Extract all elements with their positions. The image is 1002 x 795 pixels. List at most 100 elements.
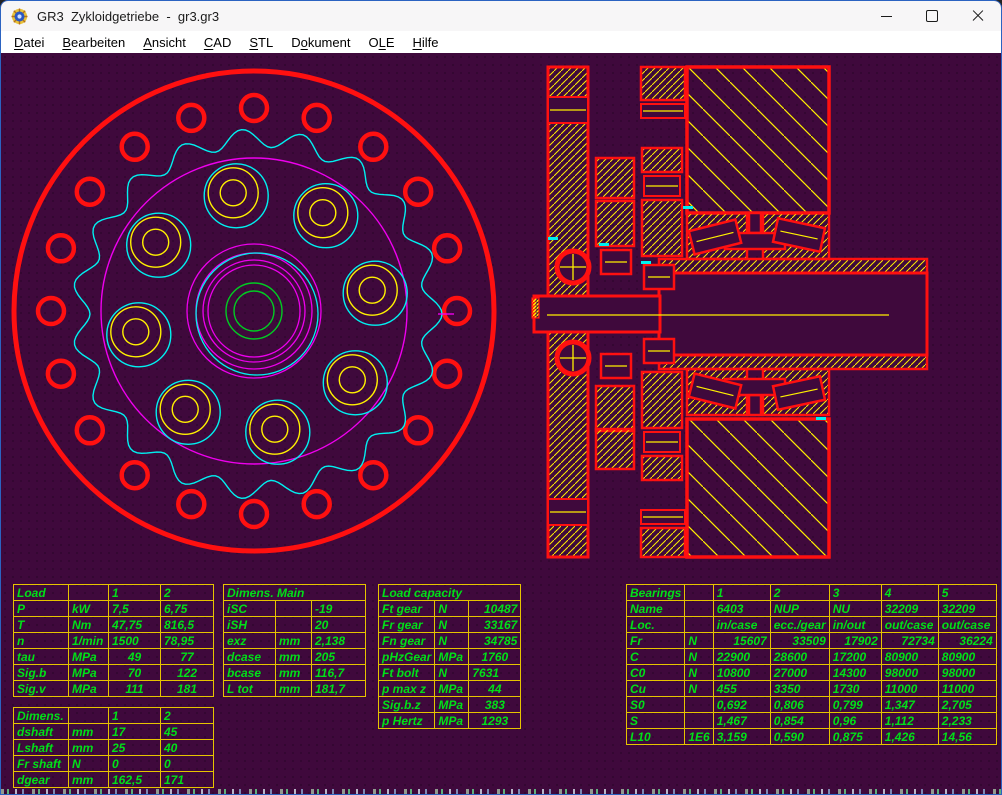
table-row: FrN1560733509179027273436224 <box>627 633 997 649</box>
row-unit <box>685 697 713 713</box>
row-unit <box>685 617 713 633</box>
menu-item-bearbeiten[interactable]: Bearbeiten <box>53 33 134 52</box>
menu-bar: DateiBearbeitenAnsichtCADSTLDokumentOLEH… <box>1 31 1001 53</box>
menu-item-cad[interactable]: CAD <box>195 33 240 52</box>
row-value: -19 <box>312 601 366 617</box>
row-unit: 1E6 <box>685 729 713 745</box>
row-unit: MPa <box>69 649 109 665</box>
front-view-cycloid-gear <box>14 71 494 551</box>
tiny-label <box>816 417 826 420</box>
table-row: Sig.b.zMPa383 <box>379 697 521 713</box>
row-unit: MPa <box>435 713 469 729</box>
row-value: 10800 <box>713 665 770 681</box>
row-label: S0 <box>627 697 685 713</box>
column-header: 4 <box>881 585 938 601</box>
row-unit: MPa <box>69 665 109 681</box>
menu-item-ole[interactable]: OLE <box>359 33 403 52</box>
row-value: 1293 <box>469 713 521 729</box>
table-row: Loc.in/caseecc./gearin/outout/caseout/ca… <box>627 617 997 633</box>
row-value: 10487 <box>469 601 521 617</box>
app-icon[interactable] <box>11 8 28 25</box>
table-row: Sig.bMPa70122 <box>14 665 214 681</box>
table-row: iSC-19 <box>224 601 366 617</box>
table-row: Ft boltN7631 <box>379 665 521 681</box>
cycloid-profile <box>75 130 443 499</box>
table-header-row: Dimens. Main <box>224 585 366 601</box>
row-value: 14300 <box>829 665 881 681</box>
row-label: n <box>14 633 69 649</box>
close-button[interactable] <box>955 1 1001 31</box>
menu-item-hilfe[interactable]: Hilfe <box>403 33 447 52</box>
row-value: 49 <box>109 649 161 665</box>
table-dimens-main: Dimens. MainiSC-19iSH20exzmm2,138dcasemm… <box>223 584 366 697</box>
row-unit <box>276 617 312 633</box>
row-value: 162,5 <box>109 772 161 788</box>
menu-item-datei[interactable]: Datei <box>5 33 53 52</box>
row-value: 816,5 <box>161 617 214 633</box>
row-value: 80900 <box>938 649 996 665</box>
menu-item-dokument[interactable]: Dokument <box>282 33 359 52</box>
menu-item-ansicht[interactable]: Ansicht <box>134 33 195 52</box>
row-value: 34785 <box>469 633 521 649</box>
table-row: iSH 20 <box>224 617 366 633</box>
row-label: pHzGear <box>379 649 435 665</box>
row-unit: Nm <box>69 617 109 633</box>
row-unit: N <box>435 601 469 617</box>
row-label: Name <box>627 601 685 617</box>
row-label: iSH <box>224 617 276 633</box>
row-value: 181,7 <box>312 681 366 697</box>
row-unit: mm <box>276 633 312 649</box>
row-value: 40 <box>161 740 214 756</box>
table-row: p HertzMPa1293 <box>379 713 521 729</box>
row-unit: N <box>435 665 469 681</box>
title-bar: GR3 Zykloidgetriebe - gr3.gr3 <box>1 1 1001 31</box>
hub-circles <box>187 244 321 378</box>
row-value: 20 <box>312 617 366 633</box>
table-row: Name6403NUPNU3220932209 <box>627 601 997 617</box>
row-unit: N <box>435 617 469 633</box>
row-unit <box>685 713 713 729</box>
row-label: C0 <box>627 665 685 681</box>
table-dimens: Dimens.12dshaftmm1745Lshaftmm2540Fr shaf… <box>13 707 214 788</box>
row-value: 122 <box>161 665 214 681</box>
row-label: dcase <box>224 649 276 665</box>
table-row: C0N1080027000143009800098000 <box>627 665 997 681</box>
row-label: Fr gear <box>379 617 435 633</box>
row-value: 11000 <box>938 681 996 697</box>
tiny-label <box>683 206 693 209</box>
table-cell <box>69 708 109 724</box>
row-value: 32209 <box>881 601 938 617</box>
row-label: Sig.v <box>14 681 69 697</box>
cad-viewport[interactable]: Load12PkW7,56,75TNm47,75816,5n1/min15007… <box>1 53 1002 795</box>
row-value: 1,112 <box>881 713 938 729</box>
row-label: P <box>14 601 69 617</box>
menu-item-stl[interactable]: STL <box>240 33 282 52</box>
maximize-button[interactable] <box>909 1 955 31</box>
row-value: 98000 <box>881 665 938 681</box>
row-value: 0,854 <box>770 713 829 729</box>
tiny-label <box>599 243 609 246</box>
row-value: 77 <box>161 649 214 665</box>
row-value: 3,159 <box>713 729 770 745</box>
row-unit: N <box>685 633 713 649</box>
table-row: n1/min150078,95 <box>14 633 214 649</box>
row-label: L tot <box>224 681 276 697</box>
row-label: exz <box>224 633 276 649</box>
row-label: p Hertz <box>379 713 435 729</box>
table-row: dgearmm162,5171 <box>14 772 214 788</box>
row-unit: mm <box>276 665 312 681</box>
row-value: 1,347 <box>881 697 938 713</box>
row-value: 33509 <box>770 633 829 649</box>
row-unit: N <box>685 665 713 681</box>
table-row: S1,4670,8540,961,1122,233 <box>627 713 997 729</box>
column-header: 2 <box>161 585 214 601</box>
row-value: 27000 <box>770 665 829 681</box>
row-value: 7,5 <box>109 601 161 617</box>
row-value: 2,705 <box>938 697 996 713</box>
column-header: 2 <box>161 708 214 724</box>
row-value: 1,426 <box>881 729 938 745</box>
row-value: 98000 <box>938 665 996 681</box>
row-value: 32209 <box>938 601 996 617</box>
minimize-button[interactable] <box>863 1 909 31</box>
row-unit: mm <box>276 681 312 697</box>
